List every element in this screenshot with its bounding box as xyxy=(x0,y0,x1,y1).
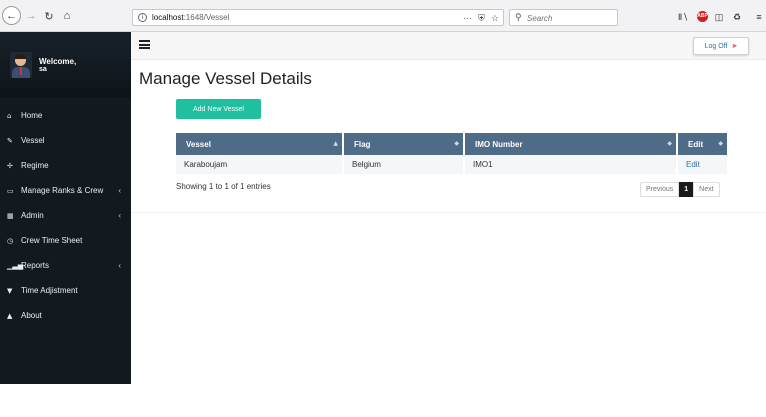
chevron-left-icon: ‹ xyxy=(118,261,121,270)
column-label: IMO Number xyxy=(475,139,523,149)
reload-icon[interactable]: ↻ xyxy=(42,9,56,23)
hamburger-menu-icon[interactable] xyxy=(139,40,150,49)
page-actions-icon[interactable]: ··· xyxy=(463,13,472,23)
sidebar-item-home[interactable]: ⌂ Home xyxy=(0,103,131,128)
pagination: Previous 1 Next xyxy=(640,182,720,197)
sidebar-item-label: Reports xyxy=(21,261,50,270)
main-content: Log Off ➤ Manage Vessel Details Add New … xyxy=(131,32,766,384)
table-row: Karaboujam Belgium IMO1 Edit xyxy=(176,155,727,174)
sort-icon: ◆ xyxy=(667,140,672,147)
sidebar-item-label: Vessel xyxy=(21,136,45,145)
column-header-imo-number[interactable]: IMO Number ◆ xyxy=(464,133,678,155)
extension-icon[interactable]: ♻ xyxy=(731,11,743,23)
page-title: Manage Vessel Details xyxy=(139,69,312,88)
sign-out-icon: ➤ xyxy=(731,42,738,50)
log-off-label: Log Off xyxy=(704,42,728,50)
sidebar-item-regime[interactable]: ✢ Regime xyxy=(0,153,131,178)
sidebar-toggle-icon[interactable]: ◫ xyxy=(713,11,725,23)
library-icon[interactable]: Ⅱ∖ xyxy=(677,11,689,23)
user-icon: ▲ xyxy=(7,311,13,320)
column-label: Vessel xyxy=(186,139,211,149)
sidebar-item-label: Home xyxy=(21,111,43,120)
welcome-text: Welcome, xyxy=(39,57,77,66)
url-path: :1648/Vessel xyxy=(183,13,230,22)
user-panel: Welcome, sa xyxy=(0,32,131,98)
next-page-button[interactable]: Next xyxy=(693,182,720,197)
sidebar-item-label: Regime xyxy=(21,161,49,170)
sidebar-item-time-adjistment[interactable]: ▼ Time Adjistment xyxy=(0,278,131,303)
sidebar-item-reports[interactable]: ▁▃▅ Reports ‹ xyxy=(0,253,131,278)
cell-flag: Belgium xyxy=(343,155,465,174)
desktop-icon: ▭ xyxy=(7,186,14,195)
filter-icon: ▼ xyxy=(7,286,13,295)
cell-vessel: Karaboujam xyxy=(176,155,344,174)
column-header-vessel[interactable]: Vessel ▲ xyxy=(176,133,344,155)
content-divider xyxy=(131,212,766,213)
table-header-row: Vessel ▲ Flag ◆ IMO Number ◆ Edit ◆ xyxy=(176,133,727,155)
forward-arrow-icon[interactable]: → xyxy=(24,9,38,23)
browser-search-input[interactable] xyxy=(527,12,615,24)
page-1-button[interactable]: 1 xyxy=(679,182,694,197)
sidebar-menu: ⌂ Home ✎ Vessel ✢ Regime ▭ Manage Ranks & Cr… xyxy=(0,103,131,328)
browser-menu-icon[interactable]: ≡ xyxy=(753,11,765,23)
avatar xyxy=(10,52,32,78)
column-label: Flag xyxy=(354,139,371,149)
bookmark-star-icon[interactable]: ☆ xyxy=(491,13,499,24)
username: sa xyxy=(39,66,47,73)
home-icon[interactable]: ⌂ xyxy=(60,9,74,23)
sidebar-item-label: Crew Time Sheet xyxy=(21,236,83,245)
column-header-edit[interactable]: Edit ◆ xyxy=(677,133,727,155)
previous-page-button[interactable]: Previous xyxy=(640,182,680,197)
sidebar: Welcome, sa ⌂ Home ✎ Vessel ✢ Regime ▭ Manag… xyxy=(0,32,131,384)
cell-imo: IMO1 xyxy=(464,155,678,174)
sort-icon: ◆ xyxy=(454,140,459,147)
site-info-icon[interactable]: i xyxy=(138,13,147,22)
pocket-icon[interactable]: ⛨ xyxy=(478,13,485,24)
cell-edit: Edit xyxy=(677,155,727,174)
adblock-icon[interactable]: ABP xyxy=(697,11,708,22)
edit-icon: ✎ xyxy=(7,136,13,145)
back-arrow-icon[interactable]: ← xyxy=(2,6,21,25)
table-info-text: Showing 1 to 1 of 1 entries xyxy=(176,182,271,191)
address-bar[interactable]: i localhost:1648/Vessel ··· ⛨ ☆ xyxy=(132,9,504,26)
column-header-flag[interactable]: Flag ◆ xyxy=(343,133,465,155)
edit-link[interactable]: Edit xyxy=(686,160,700,169)
regime-icon: ✢ xyxy=(7,161,13,170)
chevron-left-icon: ‹ xyxy=(118,211,121,220)
home-icon: ⌂ xyxy=(7,111,12,120)
sidebar-item-label: About xyxy=(21,311,42,320)
browser-search-box[interactable]: ⚲ xyxy=(509,9,618,26)
top-navbar: Log Off ➤ xyxy=(131,32,766,60)
browser-toolbar: ← → ↻ ⌂ i localhost:1648/Vessel ··· ⛨ ☆ … xyxy=(0,0,766,32)
url-host: localhost xyxy=(152,13,184,22)
sidebar-item-admin[interactable]: ▦ Admin ‹ xyxy=(0,203,131,228)
column-label: Edit xyxy=(688,139,704,149)
table-icon: ▦ xyxy=(7,211,14,220)
url-actions: ··· ⛨ ☆ xyxy=(463,11,499,25)
sidebar-item-label: Time Adjistment xyxy=(21,286,78,295)
sidebar-item-about[interactable]: ▲ About xyxy=(0,303,131,328)
add-new-vessel-button[interactable]: Add New Vessel xyxy=(176,99,261,119)
sidebar-item-label: Manage Ranks & Crew xyxy=(21,186,104,195)
vessel-table: Vessel ▲ Flag ◆ IMO Number ◆ Edit ◆ Karabouj… xyxy=(176,133,727,174)
log-off-button[interactable]: Log Off ➤ xyxy=(693,37,749,55)
url-text[interactable]: localhost:1648/Vessel xyxy=(152,13,229,22)
sidebar-item-crew-time-sheet[interactable]: ◷ Crew Time Sheet xyxy=(0,228,131,253)
search-icon: ⚲ xyxy=(515,12,522,22)
sort-asc-icon: ▲ xyxy=(333,140,338,147)
bar-chart-icon: ▁▃▅ xyxy=(7,261,24,270)
sidebar-item-manage-ranks-crew[interactable]: ▭ Manage Ranks & Crew ‹ xyxy=(0,178,131,203)
sort-icon: ◆ xyxy=(718,140,723,147)
sidebar-item-label: Admin xyxy=(21,211,44,220)
sidebar-item-vessel[interactable]: ✎ Vessel xyxy=(0,128,131,153)
clock-icon: ◷ xyxy=(7,236,14,245)
chevron-left-icon: ‹ xyxy=(118,186,121,195)
